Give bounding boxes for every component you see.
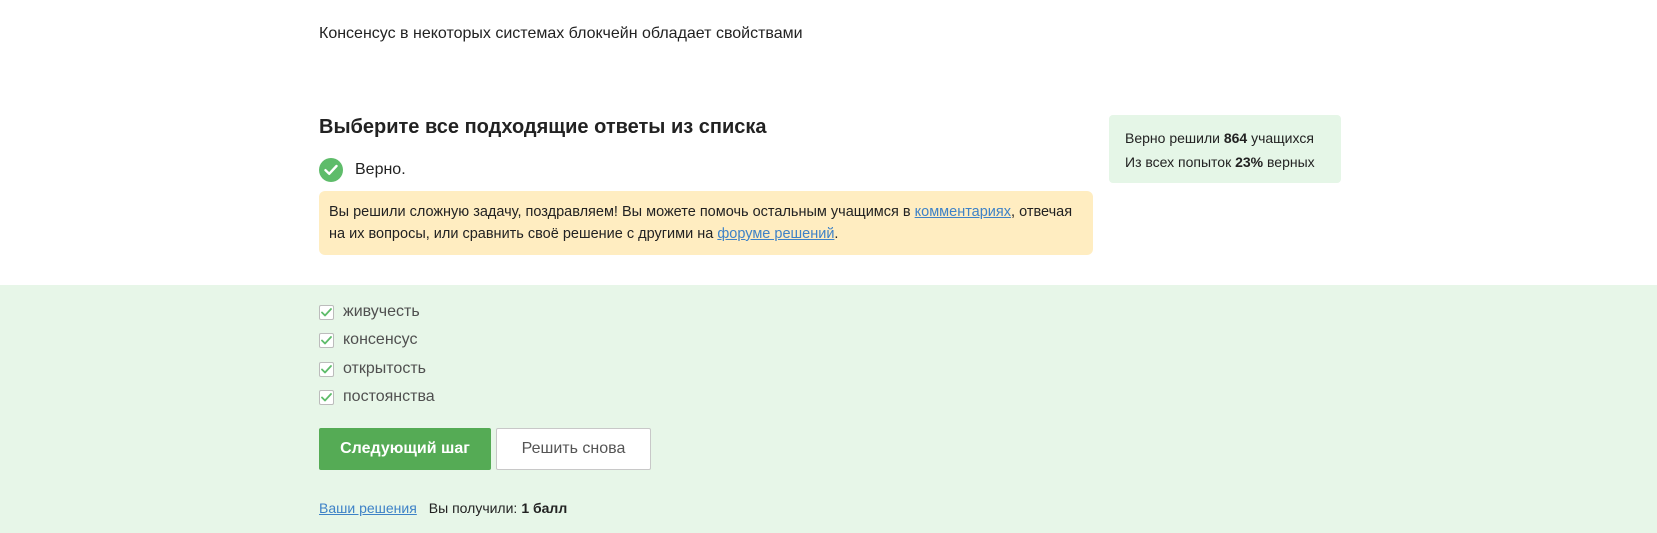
checkbox[interactable] <box>319 389 334 405</box>
score-value: 1 балл <box>521 500 568 516</box>
step-page: Консенсус в некоторых системах блокчейн … <box>0 0 1657 533</box>
stats-panel: Верно решили 864 учащихся Из всех попыто… <box>1109 115 1341 183</box>
option-label: постоянства <box>343 388 435 405</box>
attempts-percent: 23% <box>1235 154 1264 170</box>
solved-count: 864 <box>1223 130 1248 146</box>
answer-option[interactable]: живучесть <box>319 302 420 322</box>
score-label: Вы получили: <box>428 500 518 516</box>
attempts-suffix: верных <box>1263 154 1315 170</box>
status-text: Верно. <box>355 161 406 178</box>
checkbox[interactable] <box>319 361 334 377</box>
checkbox[interactable] <box>319 332 334 348</box>
result-status: Верно. <box>319 158 406 182</box>
solved-suffix: учащихся <box>1247 130 1314 146</box>
option-label: живучесть <box>343 303 420 320</box>
feedback-text-1: Вы решили сложную задачу, поздравляем! В… <box>329 204 915 220</box>
solve-again-button[interactable]: Решить снова <box>496 428 651 470</box>
attempts-prefix: Из всех попыток <box>1125 154 1236 170</box>
option-label: открытость <box>343 360 426 377</box>
comments-link[interactable]: комментариях <box>915 204 1011 220</box>
answer-option[interactable]: постоянства <box>319 387 435 407</box>
solutions-forum-link[interactable]: форуме решений <box>717 226 834 242</box>
checkmark-icon <box>321 392 332 401</box>
checkbox[interactable] <box>319 304 334 320</box>
feedback-message: Вы решили сложную задачу, поздравляем! В… <box>319 191 1093 255</box>
answers-section <box>0 285 1657 533</box>
option-label: консенсус <box>343 331 418 348</box>
checkmark-icon <box>321 335 332 344</box>
your-solutions-link[interactable]: Ваши решения <box>319 500 417 516</box>
submission-footer: Ваши решения Вы получили: 1 балл <box>319 500 567 516</box>
solved-stat: Верно решили 864 учащихся <box>1125 126 1325 150</box>
attempts-stat: Из всех попыток 23% верных <box>1125 150 1325 174</box>
check-circle-icon <box>319 158 343 182</box>
checkmark-icon <box>321 307 332 316</box>
answer-option[interactable]: консенсус <box>319 330 417 350</box>
answer-option[interactable]: открытость <box>319 359 426 379</box>
question-text: Консенсус в некоторых системах блокчейн … <box>319 25 803 42</box>
checkmark-icon <box>321 364 332 373</box>
task-heading: Выберите все подходящие ответы из списка <box>319 116 767 138</box>
solved-prefix: Верно решили <box>1125 130 1224 146</box>
feedback-text-3: . <box>834 226 839 242</box>
next-step-button[interactable]: Следующий шаг <box>319 428 491 470</box>
